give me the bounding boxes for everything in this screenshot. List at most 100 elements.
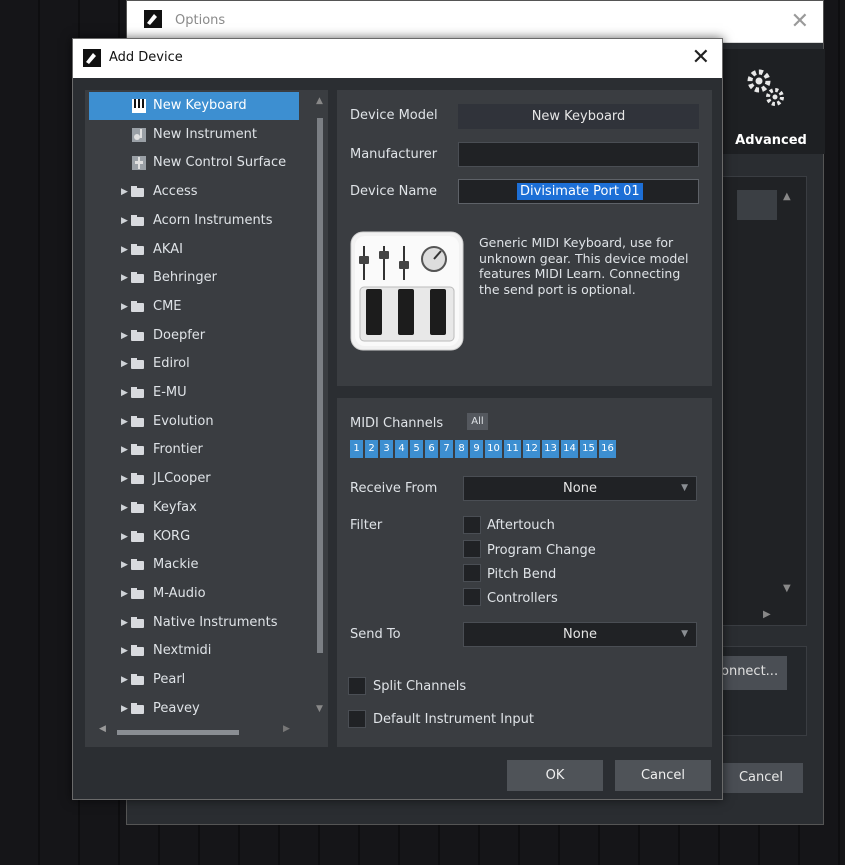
tree-item[interactable]: ▶ Acorn Instruments [89,207,299,235]
channel-8-button[interactable]: 8 [455,440,468,458]
expand-arrow-icon[interactable]: ▶ [121,695,128,723]
tree-item[interactable]: ▶ E-MU [89,379,299,407]
tree-item-label: Access [153,184,198,200]
expand-arrow-icon[interactable]: ▶ [121,322,128,350]
tree-horizontal-scrollbar[interactable] [117,730,239,735]
scroll-right-icon[interactable]: ▶ [763,609,771,620]
tree-item[interactable]: ▶ Evolution [89,408,299,436]
scroll-right-icon[interactable]: ▶ [283,724,290,734]
control-surface-icon [132,156,146,171]
controllers-checkbox[interactable] [463,588,481,606]
scroll-up-icon[interactable]: ▲ [783,191,791,202]
expand-arrow-icon[interactable]: ▶ [121,379,128,407]
channel-10-button[interactable]: 10 [485,440,502,458]
expand-arrow-icon[interactable]: ▶ [121,637,128,665]
channel-13-button[interactable]: 13 [542,440,559,458]
midi-channels-label: MIDI Channels [350,416,444,431]
tree-item[interactable]: New Control Surface [89,149,299,177]
expand-arrow-icon[interactable]: ▶ [121,609,128,637]
tree-item[interactable]: New Instrument [89,121,299,149]
channel-4-button[interactable]: 4 [395,440,408,458]
tree-item[interactable]: ▶ KORG [89,523,299,551]
send-to-dropdown[interactable]: None ▼ [463,622,697,647]
ok-button[interactable]: OK [507,760,603,791]
device-name-selected-text: Divisimate Port 01 [517,183,643,200]
tree-item-label: Doepfer [153,327,206,343]
expand-arrow-icon[interactable]: ▶ [121,293,128,321]
expand-arrow-icon[interactable]: ▶ [121,350,128,378]
pitch-bend-checkbox[interactable] [463,564,481,582]
expand-arrow-icon[interactable]: ▶ [121,236,128,264]
options-close-icon[interactable]: ✕ [791,9,809,34]
connect-button[interactable]: onnect... [717,656,787,690]
tree-vertical-scrollbar[interactable] [317,118,323,653]
tree-item-label: Mackie [153,557,199,573]
channel-14-button[interactable]: 14 [561,440,578,458]
aftertouch-checkbox[interactable] [463,516,481,534]
tree-item[interactable]: ▶ Frontier [89,436,299,464]
tree-item-label: KORG [153,528,191,544]
options-cancel-button[interactable]: Cancel [719,763,803,793]
tree-item[interactable]: ▶ AKAI [89,236,299,264]
tab-advanced[interactable]: Advanced [717,49,825,154]
channel-11-button[interactable]: 11 [504,440,521,458]
options-list-item[interactable] [737,190,777,220]
channel-3-button[interactable]: 3 [380,440,393,458]
channel-15-button[interactable]: 15 [580,440,597,458]
expand-arrow-icon[interactable]: ▶ [121,436,128,464]
scroll-down-icon[interactable]: ▼ [316,704,323,714]
receive-from-dropdown[interactable]: None ▼ [463,476,697,501]
folder-icon [131,674,144,685]
tree-item[interactable]: ▶ Access [89,178,299,206]
default-instrument-input-checkbox[interactable] [348,710,366,728]
tree-item[interactable]: ▶ JLCooper [89,465,299,493]
channel-12-button[interactable]: 12 [523,440,540,458]
scroll-up-icon[interactable]: ▲ [316,96,323,106]
tree-item[interactable]: ▶ M-Audio [89,580,299,608]
channel-16-button[interactable]: 16 [599,440,616,458]
expand-arrow-icon[interactable]: ▶ [121,178,128,206]
device-name-field[interactable]: Divisimate Port 01 [458,179,699,204]
channel-1-button[interactable]: 1 [350,440,363,458]
manufacturer-field[interactable] [458,142,699,167]
channel-6-button[interactable]: 6 [425,440,438,458]
tree-item[interactable]: ▶ Peavey [89,695,299,723]
folder-icon [131,587,144,599]
device-info-panel: Device Model New Keyboard Manufacturer D… [337,90,712,386]
tree-item[interactable]: ▶ Keyfax [89,494,299,522]
expand-arrow-icon[interactable]: ▶ [121,408,128,436]
channel-9-button[interactable]: 9 [470,440,483,458]
cancel-button[interactable]: Cancel [615,760,711,791]
expand-arrow-icon[interactable]: ▶ [121,264,128,292]
tree-item[interactable]: ▶ Nextmidi [89,637,299,665]
all-channels-button[interactable]: All [467,413,488,430]
expand-arrow-icon[interactable]: ▶ [121,666,128,694]
expand-arrow-icon[interactable]: ▶ [121,580,128,608]
tree-item[interactable]: ▶ Mackie [89,551,299,579]
expand-arrow-icon[interactable]: ▶ [121,523,128,551]
close-icon[interactable]: ✕ [692,45,710,70]
scroll-left-icon[interactable]: ◀ [99,724,106,734]
expand-arrow-icon[interactable]: ▶ [121,494,128,522]
receive-from-value: None [563,481,597,496]
tree-item[interactable]: ▶ Pearl [89,666,299,694]
scroll-down-icon[interactable]: ▼ [783,583,791,594]
tree-item[interactable]: New Keyboard [89,92,299,120]
tree-item[interactable]: ▶ Doepfer [89,322,299,350]
folder-icon [131,358,144,370]
expand-arrow-icon[interactable]: ▶ [121,207,128,235]
expand-arrow-icon[interactable]: ▶ [121,551,128,579]
tree-item[interactable]: ▶ Native Instruments [89,609,299,637]
channel-7-button[interactable]: 7 [440,440,453,458]
channel-5-button[interactable]: 5 [410,440,423,458]
tree-item[interactable]: ▶ Edirol [89,350,299,378]
app-logo-icon [83,49,101,67]
expand-arrow-icon[interactable]: ▶ [121,465,128,493]
channel-2-button[interactable]: 2 [365,440,378,458]
tree-item[interactable]: ▶ CME [89,293,299,321]
tree-item[interactable]: ▶ Behringer [89,264,299,292]
program-change-checkbox[interactable] [463,540,481,558]
folder-icon [131,444,144,456]
split-channels-checkbox[interactable] [348,677,366,695]
folder-icon [131,473,144,485]
